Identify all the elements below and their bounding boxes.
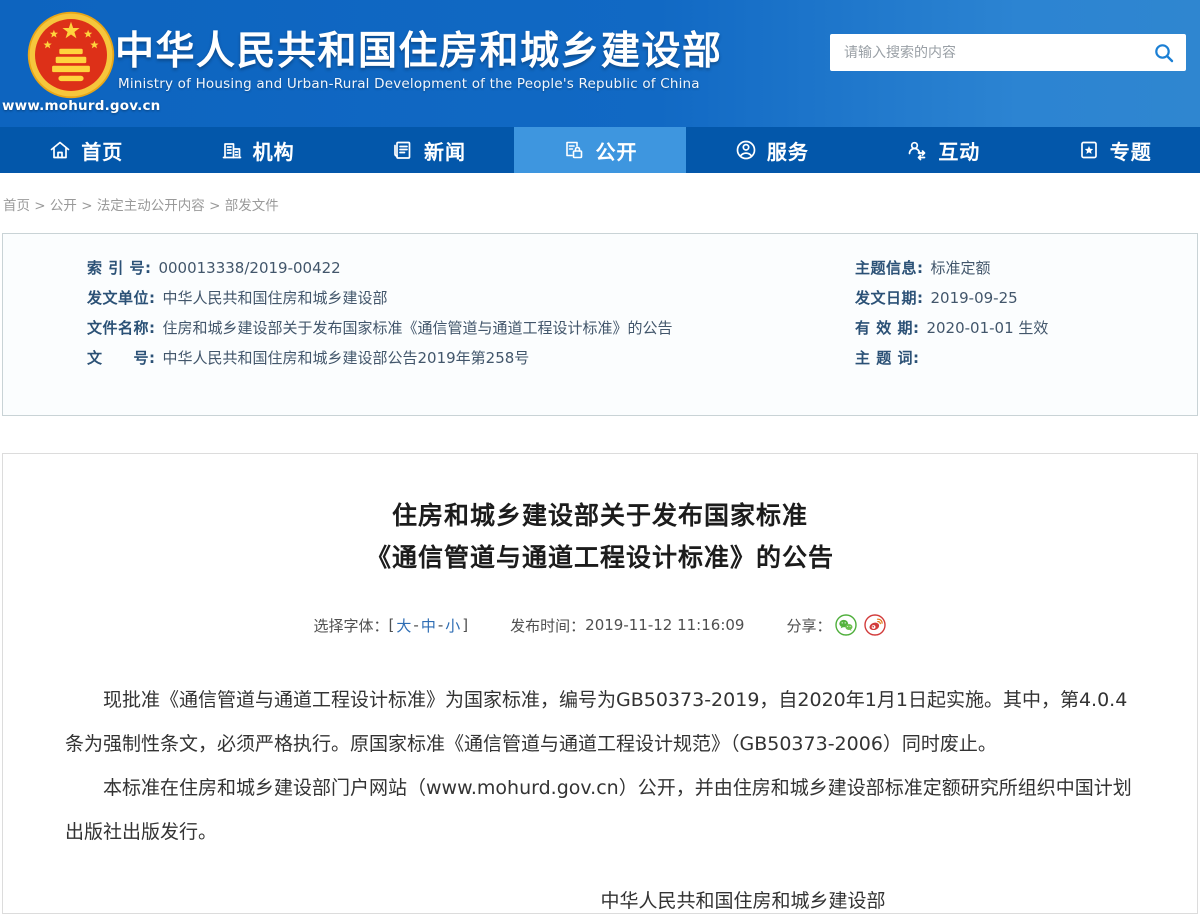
site-title: 中华人民共和国住房和城乡建设部 (115, 20, 723, 76)
nav-label: 服务 (767, 136, 809, 165)
breadcrumb-disclosure[interactable]: 公开 (50, 198, 77, 214)
breadcrumb-separator: > (77, 198, 97, 214)
breadcrumb-home[interactable]: 首页 (3, 198, 30, 214)
nav-label: 新闻 (424, 136, 466, 165)
news-icon (391, 138, 415, 162)
doc-info-row-document-name: 文件名称:住房和城乡建设部关于发布国家标准《通信管道与通道工程设计标准》的公告 (87, 319, 845, 337)
article-panel: 住房和城乡建设部关于发布国家标准 《通信管道与通道工程设计标准》的公告 选择字体… (2, 453, 1198, 914)
share-label: 分享： (786, 615, 831, 636)
breadcrumb-statutory-content[interactable]: 法定主动公开内容 (97, 198, 205, 214)
organization-icon (220, 138, 244, 162)
article-title-line1: 住房和城乡建设部关于发布国家标准 (3, 495, 1197, 537)
article-paragraph-2: 本标准在住房和城乡建设部门户网站（www.mohurd.gov.cn）公开，并由… (65, 766, 1135, 854)
font-size-selector: 选择字体： [ 大 - 中 - 小 ] (314, 615, 469, 636)
nav-item-service[interactable]: 服务 (686, 127, 857, 173)
signature-block: 中华人民共和国住房和城乡建设部 2019年9月25日 (283, 878, 1198, 914)
article-title: 住房和城乡建设部关于发布国家标准 《通信管道与通道工程设计标准》的公告 (3, 495, 1197, 579)
site-header: www.mohurd.gov.cn 中华人民共和国住房和城乡建设部 Minist… (0, 0, 1200, 127)
doc-info-row-issue-date: 发文日期:2019-09-25 (855, 289, 1197, 307)
topics-icon (1077, 138, 1101, 162)
search-box (830, 34, 1186, 71)
national-emblem-logo (26, 10, 116, 100)
interaction-icon (905, 138, 929, 162)
doc-info-right-column: 主题信息:标准定额 发文日期:2019-09-25 有 效 期:2020-01-… (845, 259, 1197, 415)
share-group: 分享： (786, 614, 886, 636)
article-title-line2: 《通信管道与通道工程设计标准》的公告 (3, 537, 1197, 579)
font-selector-label: 选择字体： (314, 615, 389, 636)
breadcrumb-current: 部发文件 (225, 198, 279, 214)
main-nav: 首页 机构 新闻 公开 服务 互动 (0, 127, 1200, 173)
nav-label: 首页 (81, 136, 123, 165)
article-body: 现批准《通信管道与通道工程设计标准》为国家标准，编号为GB50373-2019，… (3, 678, 1197, 854)
breadcrumb-separator: > (205, 198, 225, 214)
nav-label: 专题 (1110, 136, 1152, 165)
service-icon (734, 138, 758, 162)
search-icon[interactable] (1152, 41, 1176, 65)
article-meta-row: 选择字体： [ 大 - 中 - 小 ] 发布时间： 2019-11-12 11:… (3, 614, 1197, 636)
doc-info-row-subject-info: 主题信息:标准定额 (855, 259, 1197, 277)
nav-label: 互动 (938, 136, 980, 165)
doc-info-row-keywords: 主 题 词: (855, 349, 1197, 367)
font-size-small[interactable]: 小 (443, 615, 462, 636)
disclosure-icon (562, 138, 586, 162)
document-info-panel: 索 引 号:000013338/2019-00422 发文单位:中华人民共和国住… (2, 233, 1198, 416)
site-url: www.mohurd.gov.cn (2, 98, 142, 114)
home-icon (48, 138, 72, 162)
nav-label: 公开 (595, 136, 637, 165)
breadcrumb: 首页 > 公开 > 法定主动公开内容 > 部发文件 (0, 173, 1200, 233)
doc-info-row-effective-date: 有 效 期:2020-01-01 生效 (855, 319, 1197, 337)
wechat-share-icon[interactable] (835, 614, 857, 636)
nav-item-disclosure[interactable]: 公开 (514, 127, 685, 173)
site-title-english: Ministry of Housing and Urban-Rural Deve… (118, 76, 700, 92)
doc-info-left-column: 索 引 号:000013338/2019-00422 发文单位:中华人民共和国住… (3, 259, 845, 415)
publish-time-value: 2019-11-12 11:16:09 (585, 616, 744, 634)
nav-item-home[interactable]: 首页 (0, 127, 171, 173)
font-size-medium[interactable]: 中 (419, 615, 438, 636)
nav-item-organization[interactable]: 机构 (171, 127, 342, 173)
publish-time-label: 发布时间： (510, 615, 585, 636)
weibo-share-icon[interactable] (864, 614, 886, 636)
font-size-large[interactable]: 大 (394, 615, 413, 636)
nav-label: 机构 (253, 136, 295, 165)
signature-org: 中华人民共和国住房和城乡建设部 (283, 878, 1198, 914)
doc-info-row-document-number: 文 号:中华人民共和国住房和城乡建设部公告2019年第258号 (87, 349, 845, 367)
publish-time: 发布时间： 2019-11-12 11:16:09 (510, 615, 744, 636)
article-paragraph-1: 现批准《通信管道与通道工程设计标准》为国家标准，编号为GB50373-2019，… (65, 678, 1135, 766)
search-input[interactable] (844, 45, 1152, 61)
doc-info-row-index-number: 索 引 号:000013338/2019-00422 (87, 259, 845, 277)
nav-item-interaction[interactable]: 互动 (857, 127, 1028, 173)
nav-item-topics[interactable]: 专题 (1029, 127, 1200, 173)
doc-info-row-issuing-unit: 发文单位:中华人民共和国住房和城乡建设部 (87, 289, 845, 307)
nav-item-news[interactable]: 新闻 (343, 127, 514, 173)
breadcrumb-separator: > (30, 198, 50, 214)
